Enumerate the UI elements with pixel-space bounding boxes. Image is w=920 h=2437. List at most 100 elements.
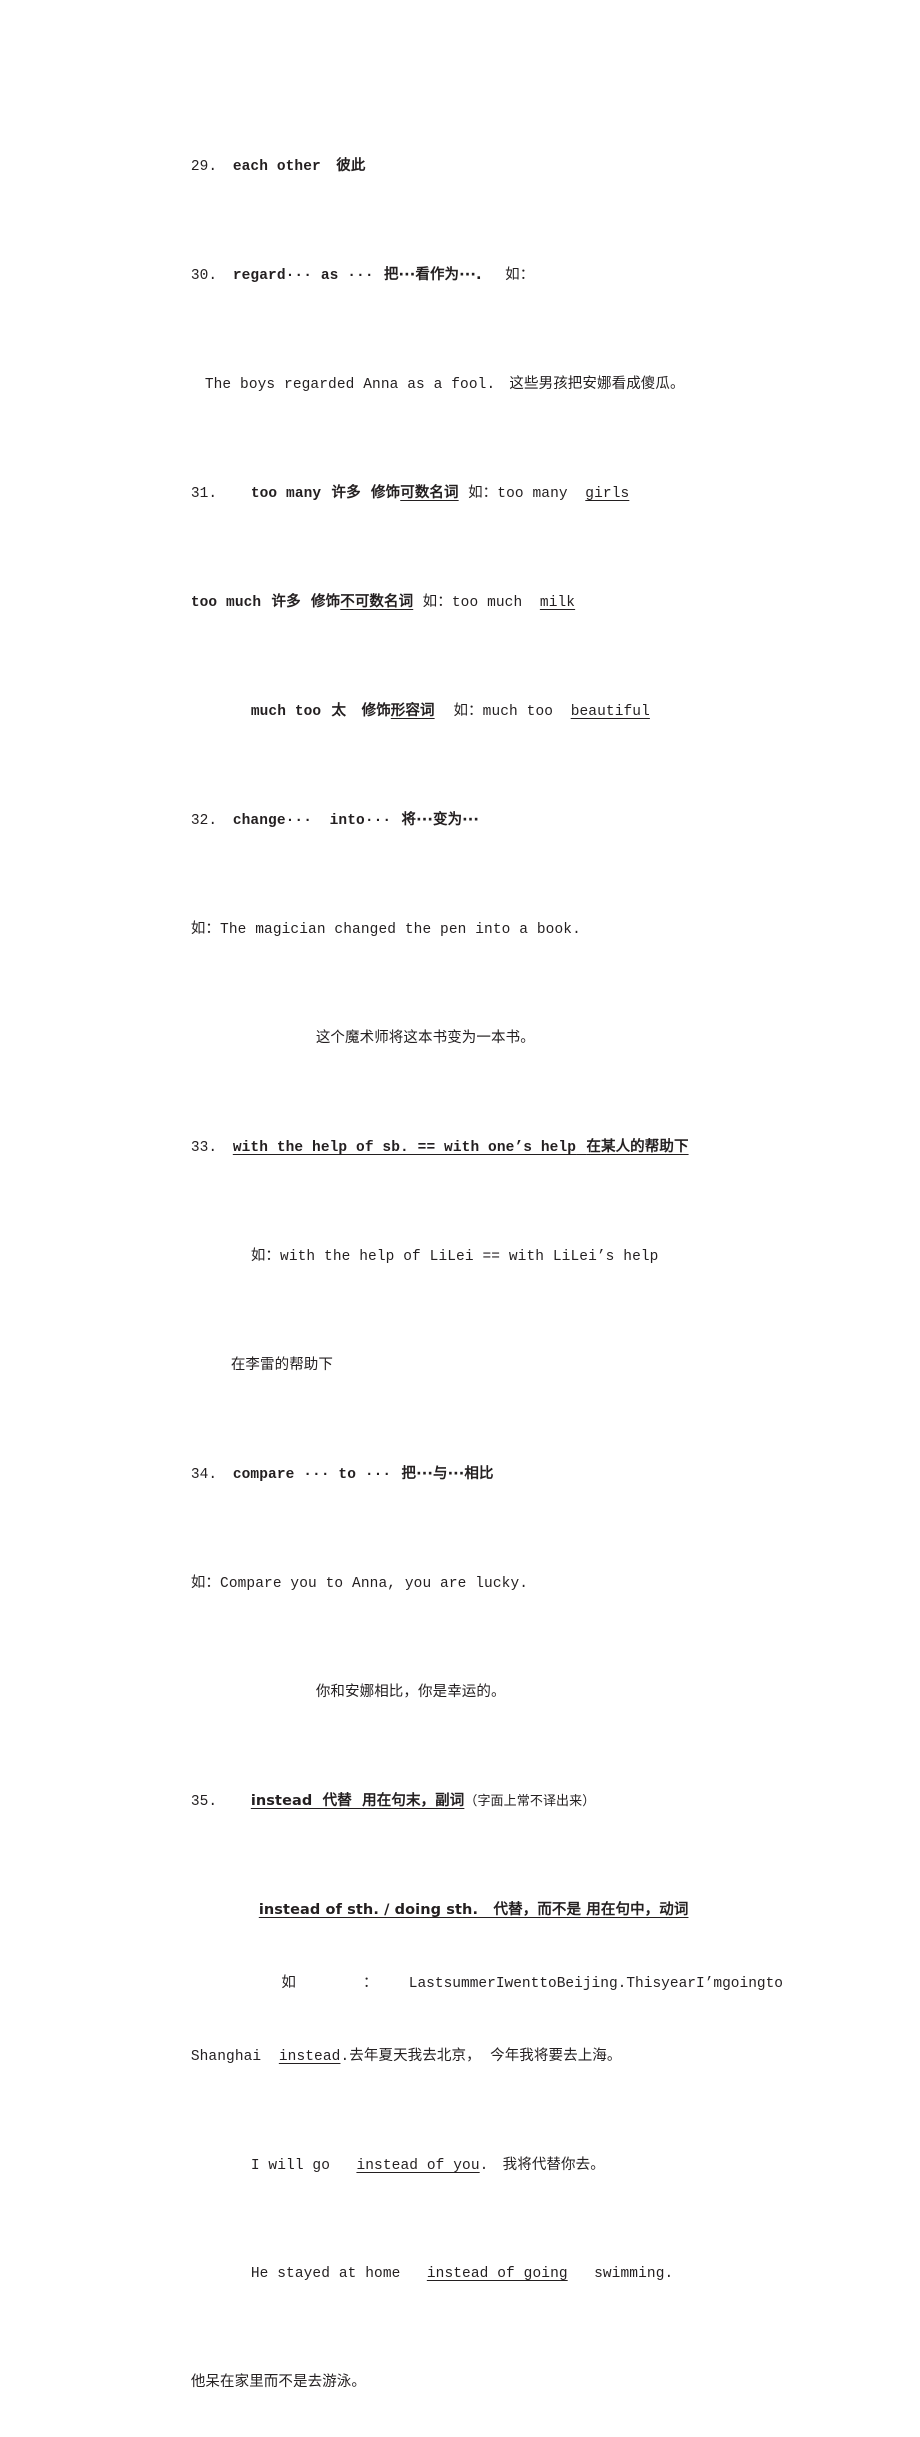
- entry-31-usage-1: 修饰: [371, 485, 401, 501]
- spacer-15: [553, 704, 571, 720]
- spacer-16: [391, 812, 401, 828]
- ex1-w5: Beijing.: [556, 1976, 627, 1992]
- entry-35-example1-underlined: instead: [278, 2049, 341, 2065]
- entry-35-example3-suffix: swimming.: [594, 2266, 674, 2282]
- ex1-w10: m: [713, 1976, 723, 1992]
- entry-30-term: regard··· as ···: [232, 268, 374, 284]
- entry-31-example-prefix-2: too much: [451, 595, 523, 611]
- entry-35: 35. instead 代替 用在句末，副词（字面上常不译出来）: [138, 1747, 783, 1856]
- entry-32-number: 32.: [190, 813, 218, 829]
- entry-31-example-prefix-1: too many: [497, 486, 568, 502]
- document-page: 29. each other 彼此 30. regard··· as ··· 把··…: [0, 0, 920, 2390]
- document-content: 29. each other 彼此 30. regard··· as ··· 把··…: [138, 112, 783, 2437]
- spacer-18: [391, 1466, 401, 1482]
- entry-32-example: 如：The magician changed the pen into a bo…: [138, 875, 783, 984]
- spacer-19: [261, 2049, 279, 2065]
- entry-35-example2-prefix: I will go: [250, 2158, 331, 2174]
- entry-31-term-1: too many: [250, 486, 322, 502]
- entry-31-example-underlined-1: girls: [585, 486, 630, 502]
- ex1-w1: summer: [443, 1976, 496, 1992]
- entry-34-term: compare ··· to ···: [232, 1467, 392, 1483]
- entry-34-example-cn: 你和安娜相比，你是幸运的。: [315, 1684, 506, 1700]
- spacer-2: [482, 267, 506, 283]
- entry-35-number: 35.: [190, 1794, 218, 1810]
- entry-35-example2: I will go instead of you. 我将代替你去。: [198, 2111, 783, 2220]
- entry-35-heading2-line: instead of sth. / doing sth. 代替，而不是 用在句中…: [206, 1856, 783, 1965]
- entry-31-meaning-2: 许多: [271, 594, 301, 610]
- entry-34-example-marker: 如：: [190, 1575, 221, 1591]
- entry-31-example-marker-2: 如：: [422, 594, 452, 610]
- entry-32-example-cn-line: 这个魔术师将这本书变为一本书。: [263, 984, 783, 1093]
- entry-31-number: 31.: [190, 486, 218, 502]
- entry-32-term: change··· into···: [232, 813, 392, 829]
- spacer-20: [330, 2158, 356, 2174]
- entry-31-usage-underlined-3: 形容词: [390, 703, 435, 719]
- entry-35-example3-prefix: He stayed at home: [250, 2266, 401, 2282]
- entry-35-example1-suffix: .: [340, 2049, 350, 2065]
- entry-31-meaning-1: 许多: [331, 485, 361, 501]
- entry-33-number: 33.: [190, 1140, 218, 1156]
- entry-34-number: 34.: [190, 1467, 218, 1483]
- entry-31-usage-3: 修饰: [361, 703, 391, 719]
- entry-33-heading-en: with the help of sb. == with one’s help: [232, 1140, 577, 1156]
- entry-31-example-underlined-2: milk: [539, 595, 576, 611]
- entry-35-example2-cn: 我将代替你去。: [502, 2157, 605, 2173]
- ex1-w9: ’: [704, 1976, 714, 1992]
- entry-35-example1-prefix: Shanghai: [190, 2049, 262, 2065]
- entry-35-example-marker: 如 ：: [281, 1975, 409, 1991]
- spacer-10: [413, 594, 422, 610]
- spacer-6: [459, 485, 468, 501]
- entry-35-example2-underlined: instead of you: [356, 2158, 480, 2174]
- entry-35-heading2: instead of sth. / doing sth. 代替，而不是 用在句中…: [258, 1902, 689, 1918]
- ex1-w11: going: [722, 1976, 766, 1992]
- entry-34-meaning: 把···与···相比: [401, 1466, 494, 1482]
- ex1-w7: year: [661, 1976, 696, 1992]
- entry-31-example-marker-1: 如：: [468, 485, 498, 501]
- entry-31-example-marker-3: 如：: [453, 703, 483, 719]
- spacer-1: [374, 267, 384, 283]
- entry-30-number: 30.: [190, 268, 218, 284]
- entry-31-row-3: much too 太 修饰形容词 如：much too beautiful: [198, 657, 783, 766]
- spacer-7: [568, 486, 586, 502]
- ex1-w4: to: [539, 1976, 557, 1992]
- entry-32-example-marker: 如：: [190, 921, 221, 937]
- entry-30-example-en: The boys regarded Anna as a fool.: [204, 377, 496, 393]
- entry-30-example-cn: 这些男孩把安娜看成傻瓜。: [509, 376, 685, 392]
- entry-31-row-2: too much 许多 修饰不可数名词 如：too much milk: [138, 548, 783, 657]
- entry-35-example1-line2: Shanghai instead.去年夏天我去北京， 今年我将要去上海。: [138, 2002, 783, 2111]
- spacer-21: [488, 2157, 502, 2173]
- entry-31-usage-underlined-1: 可数名词: [400, 485, 459, 501]
- spacer-3: [495, 376, 509, 392]
- entry-35-example2-suffix: .: [479, 2158, 489, 2174]
- spacer-5: [361, 485, 371, 501]
- entry-31-term-2: too much: [190, 595, 262, 611]
- ex1-w2: I: [495, 1976, 505, 1992]
- entry-33-example-cn-line: 在李雷的帮助下: [178, 1311, 783, 1420]
- spacer-17: [576, 1139, 586, 1155]
- entry-32-meaning: 将···变为···: [401, 812, 479, 828]
- spacer-4: [321, 485, 331, 501]
- ex1-w8: I: [695, 1976, 705, 1992]
- entry-35-example3-cn-line: 他呆在家里而不是去游泳。: [138, 2328, 783, 2437]
- entry-35-example3-underlined: instead of going: [426, 2266, 568, 2282]
- entry-29-meaning: [321, 158, 336, 174]
- spacer-12: [321, 703, 331, 719]
- entry-34-example-en: Compare you to Anna, you are lucky.: [220, 1576, 529, 1592]
- entry-33-example-en: with the help of LiLei == with LiLei’s h…: [280, 1249, 659, 1265]
- entry-34: 34. compare ··· to ··· 把···与···相比: [138, 1420, 783, 1529]
- entry-33: 33. with the help of sb. == with one’s he…: [138, 1093, 783, 1202]
- entry-29: 29. each other 彼此: [138, 112, 783, 221]
- entry-33-example: 如：with the help of LiLei == with LiLei’s…: [198, 1202, 783, 1311]
- entry-34-example-cn-line: 你和安娜相比，你是幸运的。: [263, 1638, 783, 1747]
- entry-30: 30. regard··· as ··· 把···看作为···. 如：: [138, 221, 783, 330]
- entry-31-usage-underlined-2: 不可数名词: [340, 594, 414, 610]
- spacer-22: [400, 2266, 426, 2282]
- spacer-13: [346, 703, 361, 719]
- entry-35-example1-line1: 如 ：LastsummerIwenttoBeijing.ThisyearI’mg…: [138, 1965, 783, 2002]
- entry-33-heading-cn: 在某人的帮助下: [586, 1139, 689, 1155]
- entry-31-term-3: much too: [250, 704, 322, 720]
- entry-35-heading1-note: （字面上常不译出来）: [464, 1794, 596, 1809]
- spacer-8: [261, 594, 271, 610]
- entry-32-example-cn: 这个魔术师将这本书变为一本书。: [315, 1030, 535, 1046]
- entry-31-row-1: 31. too many 许多 修饰可数名词 如：too many girls: [138, 439, 783, 548]
